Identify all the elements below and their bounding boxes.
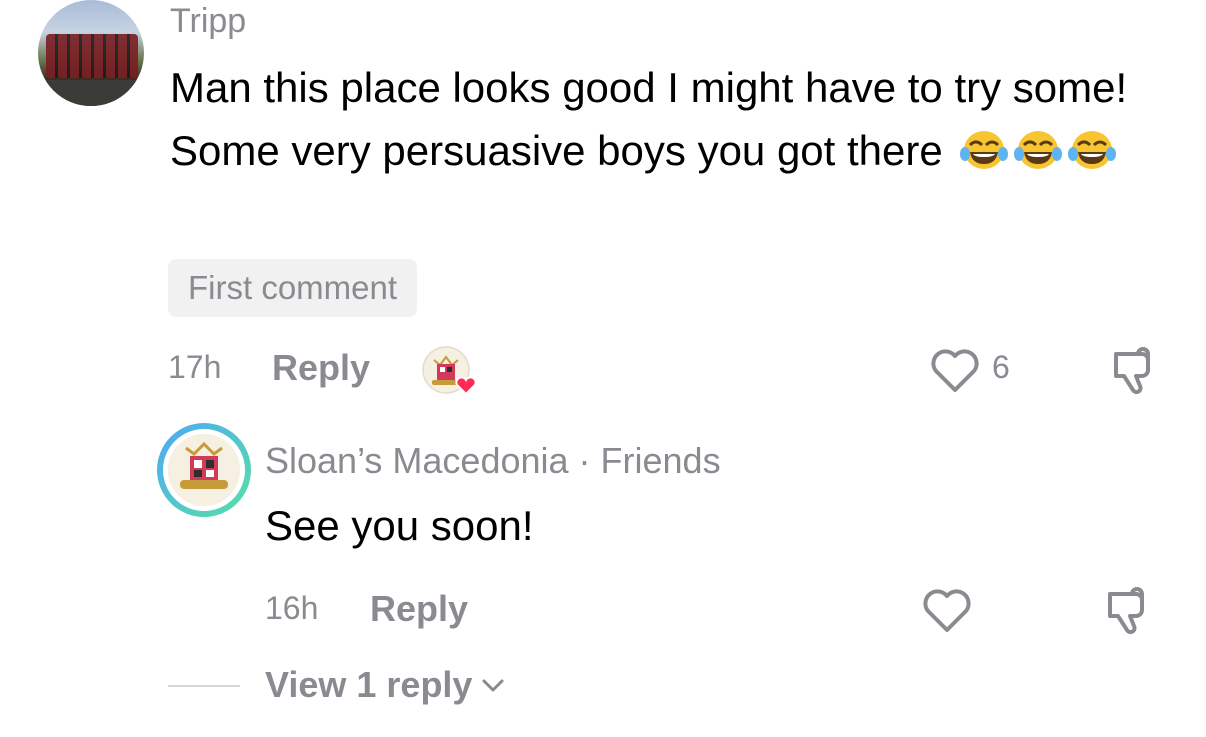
commenter-username[interactable]: Tripp: [170, 2, 246, 41]
like-count: 6: [992, 349, 1010, 385]
comment-text: Man this place looks good I might have t…: [170, 56, 1170, 182]
avatar-photo-players: [46, 34, 138, 78]
view-replies-label: View 1 reply: [265, 664, 473, 705]
face-with-tears-of-joy-icon: [1014, 131, 1063, 169]
heart-like-icon[interactable]: [920, 586, 974, 634]
face-with-tears-of-joy-icon: [1068, 131, 1117, 169]
face-with-tears-of-joy-icon: [960, 131, 1009, 169]
replier-username[interactable]: Sloan’s Macedonia · Friends: [265, 440, 721, 482]
dislike-icon[interactable]: [1108, 346, 1158, 396]
reply-text: See you soon!: [265, 502, 534, 549]
commenter-avatar[interactable]: [38, 0, 144, 106]
reply-button[interactable]: Reply: [272, 347, 370, 389]
heart-like-icon[interactable]: [928, 346, 982, 394]
replier-avatar[interactable]: [156, 422, 252, 518]
reply-timestamp: 16h: [265, 590, 319, 626]
chevron-down-icon: [482, 679, 504, 692]
first-comment-badge: First comment: [168, 259, 418, 317]
comment-timestamp: 17h: [168, 349, 222, 385]
dislike-icon[interactable]: [1102, 586, 1152, 636]
reply-button[interactable]: Reply: [370, 588, 468, 630]
view-replies-button[interactable]: View 1 reply: [265, 664, 506, 706]
creator-liked-icon: [422, 346, 476, 396]
avatar-photo-ground: [38, 80, 144, 106]
divider-line: [168, 685, 240, 687]
